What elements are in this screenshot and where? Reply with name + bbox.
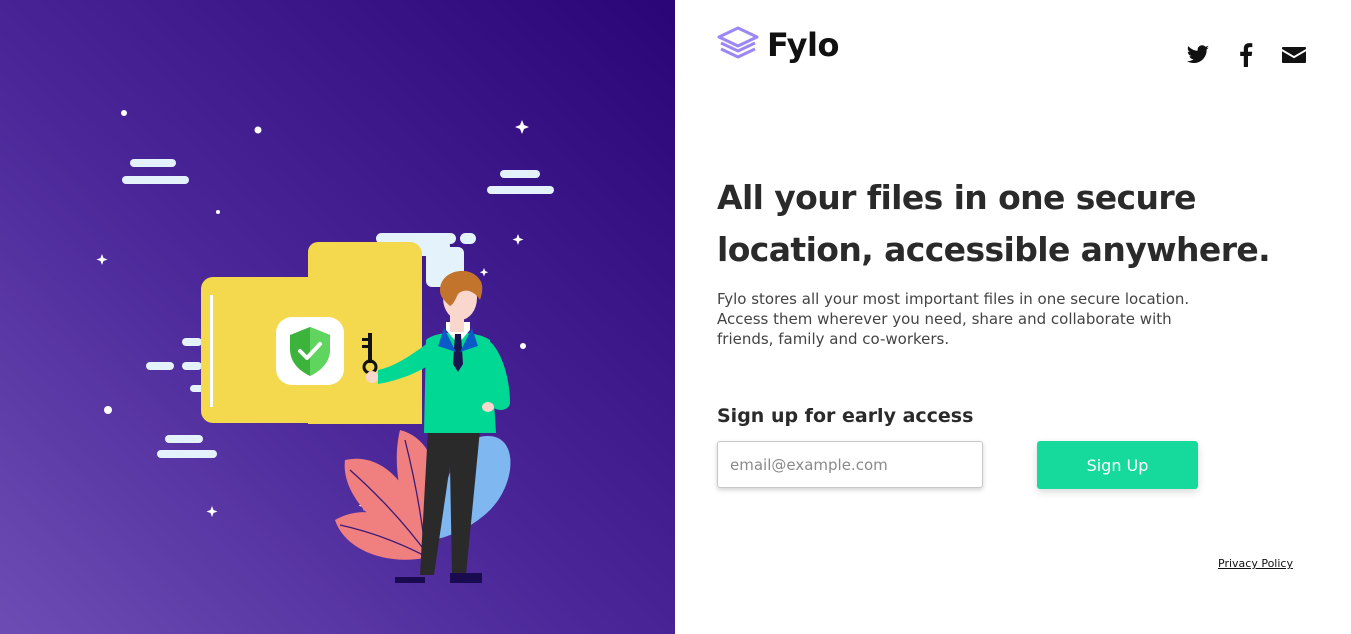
- brand-logo[interactable]: Fylo: [717, 26, 839, 64]
- twitter-icon[interactable]: [1185, 42, 1211, 68]
- hero-illustration-panel: [0, 0, 675, 634]
- content-panel: Fylo All your files in one secure locati…: [675, 0, 1351, 634]
- signup-heading: Sign up for early access: [717, 405, 974, 427]
- headline-line-2: location, accessible anywhere.: [717, 230, 1271, 269]
- brand-name: Fylo: [767, 26, 839, 64]
- page-title: All your files in one secure location, a…: [717, 172, 1277, 276]
- email-field[interactable]: [717, 441, 983, 488]
- headline-line-1: All your files in one secure: [717, 178, 1196, 217]
- stacked-layers-icon: [717, 26, 759, 64]
- social-links: [1185, 42, 1307, 68]
- secure-folder-illustration: [96, 110, 554, 583]
- privacy-policy-link[interactable]: Privacy Policy: [1218, 557, 1293, 570]
- hero-description: Fylo stores all your most important file…: [717, 290, 1190, 348]
- facebook-icon[interactable]: [1233, 42, 1259, 68]
- signup-button[interactable]: Sign Up: [1037, 441, 1198, 489]
- email-icon[interactable]: [1281, 42, 1307, 68]
- shield-check-icon: [276, 317, 344, 385]
